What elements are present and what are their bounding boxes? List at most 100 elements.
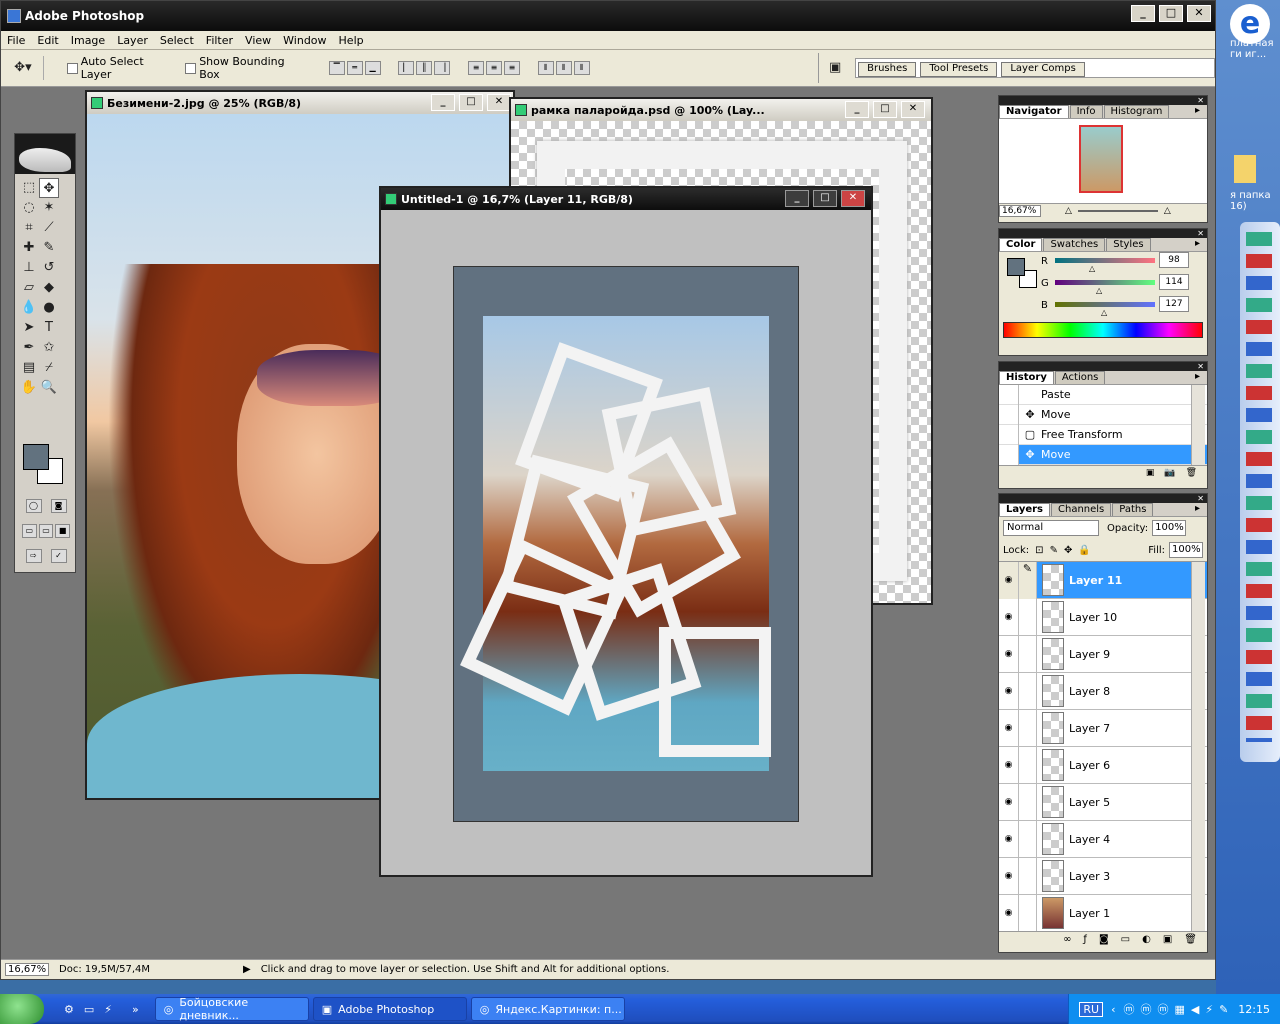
color-g-input[interactable]: 114 [1159,274,1189,290]
doc1-maximize-button[interactable]: □ [459,94,483,111]
color-r-slider-knob[interactable]: △ [1089,264,1095,273]
color-g-slider-knob[interactable]: △ [1096,286,1102,295]
tab-styles[interactable]: Styles [1106,238,1151,251]
clock[interactable]: 12:15 [1238,1003,1270,1016]
slice-tool-icon[interactable]: ⟋ [39,218,59,238]
layer-row[interactable]: ◉ Layer 3 [999,857,1207,895]
delete-layer-icon[interactable]: 🗑 [1184,934,1197,945]
tray-icon[interactable]: ⓜ [1140,1001,1151,1017]
tray-icon[interactable]: ✎ [1219,1003,1228,1016]
lock-all-icon[interactable]: 🔒 [1078,545,1090,556]
menu-filter[interactable]: Filter [200,34,239,47]
color-b-slider[interactable] [1055,302,1155,307]
panel-close-icon[interactable]: ✕ [1197,96,1204,105]
visibility-eye-icon[interactable]: ◉ [999,857,1019,895]
tab-history[interactable]: History [999,371,1054,384]
panel-menu-icon[interactable]: ▸ [1189,238,1206,251]
layer-row-active[interactable]: ◉ ✎ Layer 11 [999,562,1207,599]
tray-arrow-icon[interactable]: ‹ [1111,1003,1115,1016]
distribute-right-icon[interactable]: ⦀ [573,61,590,75]
color-r-slider[interactable] [1055,258,1155,263]
layer-style-icon[interactable]: ƒ [1083,934,1087,945]
doc3-close-button[interactable]: ✕ [841,190,865,207]
close-button[interactable]: ✕ [1187,5,1211,22]
color-b-input[interactable]: 127 [1159,296,1189,312]
layer-row[interactable]: ◉ Layer 8 [999,672,1207,710]
visibility-eye-icon[interactable]: ◉ [999,783,1019,821]
imageready-jump-button[interactable]: ⇨ ✓ [21,549,71,565]
panel-close-icon[interactable]: ✕ [1197,362,1204,371]
dodge-tool-icon[interactable]: ● [39,298,59,318]
start-button[interactable] [0,994,44,1024]
volume-icon[interactable]: ◀ [1191,1003,1199,1016]
menu-file[interactable]: File [1,34,31,47]
new-document-from-state-icon[interactable]: ▣ [1146,468,1155,478]
screen-mode-buttons[interactable]: ▭ ▭ ■ [21,524,71,540]
minimize-button[interactable]: _ [1131,5,1155,22]
layer-row[interactable]: ◉ Layer 9 [999,635,1207,673]
layer-row[interactable]: ◉ Layer 1 [999,894,1207,931]
history-brush-tool-icon[interactable]: ↺ [39,258,59,278]
tab-histogram[interactable]: Histogram [1103,105,1170,118]
status-doc-size[interactable]: Doc: 19,5M/57,4M [59,964,239,975]
menu-select[interactable]: Select [154,34,200,47]
tab-color[interactable]: Color [999,238,1043,251]
pen-tool-icon[interactable]: ✒ [19,338,39,358]
language-indicator[interactable]: RU [1079,1001,1104,1017]
blur-tool-icon[interactable]: 💧 [19,298,39,318]
status-zoom[interactable]: 16,67% [5,963,49,976]
distribute-hcenter-icon[interactable]: ⦀ [555,61,572,75]
brush-tool-icon[interactable]: ✎ [39,238,59,258]
network-icon[interactable]: ▦ [1174,1003,1184,1016]
visibility-eye-icon[interactable]: ◉ [999,894,1019,931]
palette-toggle-icon[interactable]: ▣ [825,58,845,78]
tab-layers[interactable]: Layers [999,503,1050,516]
doc1-minimize-button[interactable]: _ [431,94,455,111]
doc3-minimize-button[interactable]: _ [785,190,809,207]
color-r-input[interactable]: 98 [1159,252,1189,268]
align-top-icon[interactable]: ▔ [328,61,345,75]
blend-mode-select[interactable]: Normal [1003,520,1099,536]
visibility-eye-icon[interactable]: ◉ [999,598,1019,636]
doc2-titlebar[interactable]: рамка паларойда.psd @ 100% (Lay... _ □ ✕ [511,99,931,121]
layer-row[interactable]: ◉ Layer 4 [999,820,1207,858]
doc2-minimize-button[interactable]: _ [845,101,869,118]
menu-help[interactable]: Help [333,34,370,47]
visibility-eye-icon[interactable]: ◉ [999,709,1019,747]
panel-menu-icon[interactable]: ▸ [1189,503,1206,516]
tab-navigator[interactable]: Navigator [999,105,1069,118]
tab-actions[interactable]: Actions [1054,371,1106,384]
navigator-thumbnail[interactable] [1079,125,1123,193]
quicklaunch-more-icon[interactable]: » [132,1003,139,1016]
distribute-bottom-icon[interactable]: ≡ [503,61,520,75]
zoom-in-icon[interactable]: △ [1164,206,1171,216]
align-bottom-icon[interactable]: ▁ [364,61,381,75]
tray-icon[interactable]: ⓜ [1157,1001,1168,1017]
layer-row[interactable]: ◉ Layer 6 [999,746,1207,784]
marquee-tool-icon[interactable]: ⬚ [19,178,39,198]
panel-close-icon[interactable]: ✕ [1197,229,1204,238]
status-arrow-icon[interactable]: ▶ [243,964,251,975]
move-tool-icon[interactable]: ✥ [39,178,59,198]
navigator-zoom-value[interactable]: 16,67% [999,204,1041,217]
tray-icon[interactable]: ⚡ [1205,1003,1213,1016]
visibility-eye-icon[interactable]: ◉ [999,820,1019,858]
history-item[interactable]: Paste [999,385,1207,405]
lock-position-icon[interactable]: ✥ [1064,545,1072,556]
snapshot-icon[interactable]: 📷 [1164,468,1175,478]
menu-view[interactable]: View [239,34,277,47]
notes-tool-icon[interactable]: ▤ [19,358,39,378]
layer-row[interactable]: ◉ Layer 5 [999,783,1207,821]
show-desktop-icon[interactable]: ▭ [84,1003,94,1016]
visibility-eye-icon[interactable]: ◉ [999,746,1019,784]
doc1-close-button[interactable]: ✕ [487,94,511,111]
layers-scrollbar[interactable] [1191,562,1205,931]
layer-comps-tab[interactable]: Layer Comps [1001,62,1085,77]
folder-icon[interactable] [1234,155,1256,183]
stamp-tool-icon[interactable]: ⊥ [19,258,39,278]
history-scrollbar[interactable] [1191,385,1205,465]
panel-menu-icon[interactable]: ▸ [1189,105,1206,118]
distribute-top-icon[interactable]: ≡ [468,61,485,75]
taskbar-item[interactable]: ◎ Яндекс.Картинки: п... [470,997,625,1021]
tab-paths[interactable]: Paths [1112,503,1154,516]
